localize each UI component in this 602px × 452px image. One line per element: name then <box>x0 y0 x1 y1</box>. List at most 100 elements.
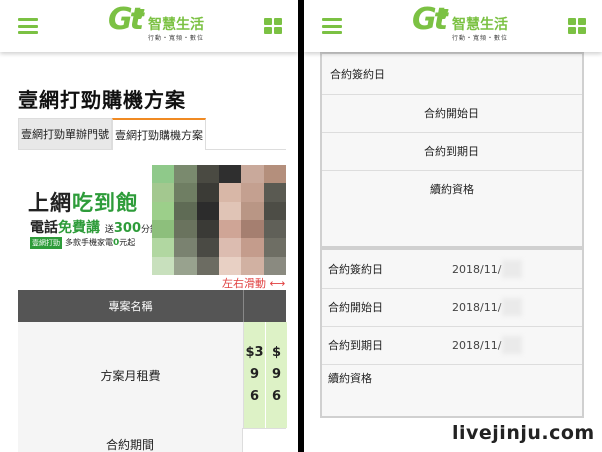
fee-digit: 6 <box>249 389 260 404</box>
banner-sub-amount: 300 <box>113 221 142 236</box>
promo-banner[interactable]: 上網吃到飽 電話免費講 送300分鐘 壹網打勁 多款手機家電0元起 <box>18 165 286 275</box>
mosaic-tile <box>263 165 286 184</box>
fee-cell: $3 9 6 <box>244 322 265 428</box>
logo-slogan: 行動・寬頻・數位 <box>452 35 509 42</box>
banner-headline: 上網吃到飽 <box>28 187 138 217</box>
table-row-contract-period: 合約期間 <box>18 428 286 452</box>
mosaic-tile <box>152 238 175 257</box>
mosaic-tile <box>263 256 286 275</box>
mosaic-tile <box>152 256 175 275</box>
mosaic-tile <box>219 238 242 257</box>
banner-headline-accent: 吃到飽 <box>72 191 138 215</box>
fee-cell: $ 9 6 <box>266 322 287 428</box>
mosaic-tile <box>196 183 219 202</box>
info-label: 續約資格 <box>430 183 474 196</box>
mosaic-tile <box>174 201 197 220</box>
mosaic-tile <box>174 256 197 275</box>
mosaic-tile <box>196 165 219 184</box>
info-label: 合約到期日 <box>328 339 383 352</box>
mosaic-tile <box>196 256 219 275</box>
contract-info-box: 合約簽約日 合約開始日 合約到期日 續約資格 合約簽約日 2018/11/ 合約… <box>320 52 584 418</box>
mosaic-tile <box>241 183 264 202</box>
info-label: 合約開始日 <box>328 301 383 314</box>
fee-digit: 6 <box>271 389 282 404</box>
table-row-monthly-fee: 方案月租費 $3 9 6 $ 9 6 <box>18 322 287 429</box>
header-plan-name: 專案名稱 <box>18 290 244 322</box>
banner-foot-plain: 多款手機家電 <box>65 238 113 247</box>
logo-name: 智慧生活 <box>148 17 204 33</box>
logo-name: 智慧生活 <box>452 17 508 33</box>
mosaic-tile <box>263 183 286 202</box>
mosaic-tile <box>219 201 242 220</box>
mosaic-tile <box>196 201 219 220</box>
left-screen: Gt 智慧生活 行動・寬頻・數位 壹網打勁購機方案 壹網打勁單辦門號 壹網打勁購… <box>0 0 298 452</box>
info-value: 2018/11/ <box>452 338 502 352</box>
logo-slogan: 行動・寬頻・數位 <box>148 35 205 42</box>
row-label: 方案月租費 <box>18 322 244 428</box>
info-label: 合約簽約日 <box>328 263 383 276</box>
info-value: 2018/11/ <box>452 300 502 314</box>
mosaic-tile <box>174 238 197 257</box>
mosaic-tile <box>196 238 219 257</box>
scroll-hint: 左右滑動 ⟷ <box>222 277 286 290</box>
info-row: 續約資格 <box>322 170 582 208</box>
redacted-block <box>502 260 522 278</box>
mosaic-tile <box>241 201 264 220</box>
hamburger-icon[interactable] <box>18 18 38 34</box>
tab-single-number[interactable]: 壹網打勁單辦門號 <box>18 118 112 150</box>
top-bar: Gt 智慧生活 行動・寬頻・數位 <box>304 0 602 52</box>
mosaic-tile <box>241 238 264 257</box>
redacted-block <box>502 336 522 354</box>
info-value: 2018/11/ <box>452 262 502 276</box>
info-label: 續約資格 <box>328 372 372 385</box>
banner-badge: 壹網打勁 <box>30 237 62 249</box>
mosaic-tile <box>174 220 197 239</box>
grid-icon[interactable] <box>264 18 283 36</box>
watermark: livejinju.com <box>452 422 595 444</box>
mosaic-tile <box>241 220 264 239</box>
mosaic-tile <box>263 238 286 257</box>
gt-logo[interactable]: Gt 智慧生活 行動・寬頻・數位 <box>108 2 208 48</box>
mosaic-tile <box>219 183 242 202</box>
hamburger-icon[interactable] <box>322 18 342 34</box>
banner-sub-prefix: 送 <box>104 225 114 235</box>
info-row: 合約到期日 <box>322 132 582 171</box>
info-row: 合約開始日 <box>322 94 582 133</box>
info-row: 合約開始日 2018/11/ <box>322 288 582 327</box>
gt-logo[interactable]: Gt 智慧生活 行動・寬頻・數位 <box>412 2 512 48</box>
info-label: 合約簽約日 <box>330 68 385 81</box>
banner-sub-accent: 免費講 <box>58 220 100 236</box>
info-row: 合約簽約日 2018/11/ <box>322 250 582 289</box>
info-row: 續約資格 <box>322 364 582 398</box>
fee-digit: $3 <box>245 345 264 360</box>
right-screen: Gt 智慧生活 行動・寬頻・數位 合約簽約日 合約開始日 合約到期日 續約資格 … <box>304 0 602 452</box>
banner-foot-unit: 元起 <box>119 238 136 247</box>
table-header: 專案名稱 【 <box>18 290 292 322</box>
header-next-column: 【 <box>280 300 293 314</box>
tab-device-plan[interactable]: 壹網打勁購機方案 <box>112 118 206 150</box>
grid-icon[interactable] <box>568 18 587 36</box>
mosaic-tile <box>241 256 264 275</box>
banner-subline: 電話免費講 送300分鐘 <box>30 217 159 237</box>
fee-digit: $ <box>271 345 282 360</box>
mosaic-tile <box>263 201 286 220</box>
fee-digit: 9 <box>271 367 282 382</box>
mosaic-tile <box>152 220 175 239</box>
mosaic-tile <box>152 201 175 220</box>
page-title: 壹網打勁購機方案 <box>18 88 186 112</box>
mosaic-tile <box>174 165 197 184</box>
top-bar: Gt 智慧生活 行動・寬頻・數位 <box>0 0 298 52</box>
mosaic-tile <box>263 220 286 239</box>
pixelated-photo <box>152 165 286 275</box>
banner-headline-plain: 上網 <box>28 191 72 215</box>
mosaic-tile <box>241 165 264 184</box>
banner-footnote: 壹網打勁 多款手機家電0元起 <box>30 237 135 249</box>
info-row: 合約到期日 2018/11/ <box>322 326 582 365</box>
banner-sub-plain: 電話 <box>30 220 58 236</box>
mosaic-tile <box>219 220 242 239</box>
info-label: 合約開始日 <box>424 107 479 120</box>
fee-digit: 9 <box>249 367 260 382</box>
info-row: 合約簽約日 <box>322 54 582 95</box>
mosaic-tile <box>152 165 175 184</box>
mosaic-tile <box>219 165 242 184</box>
